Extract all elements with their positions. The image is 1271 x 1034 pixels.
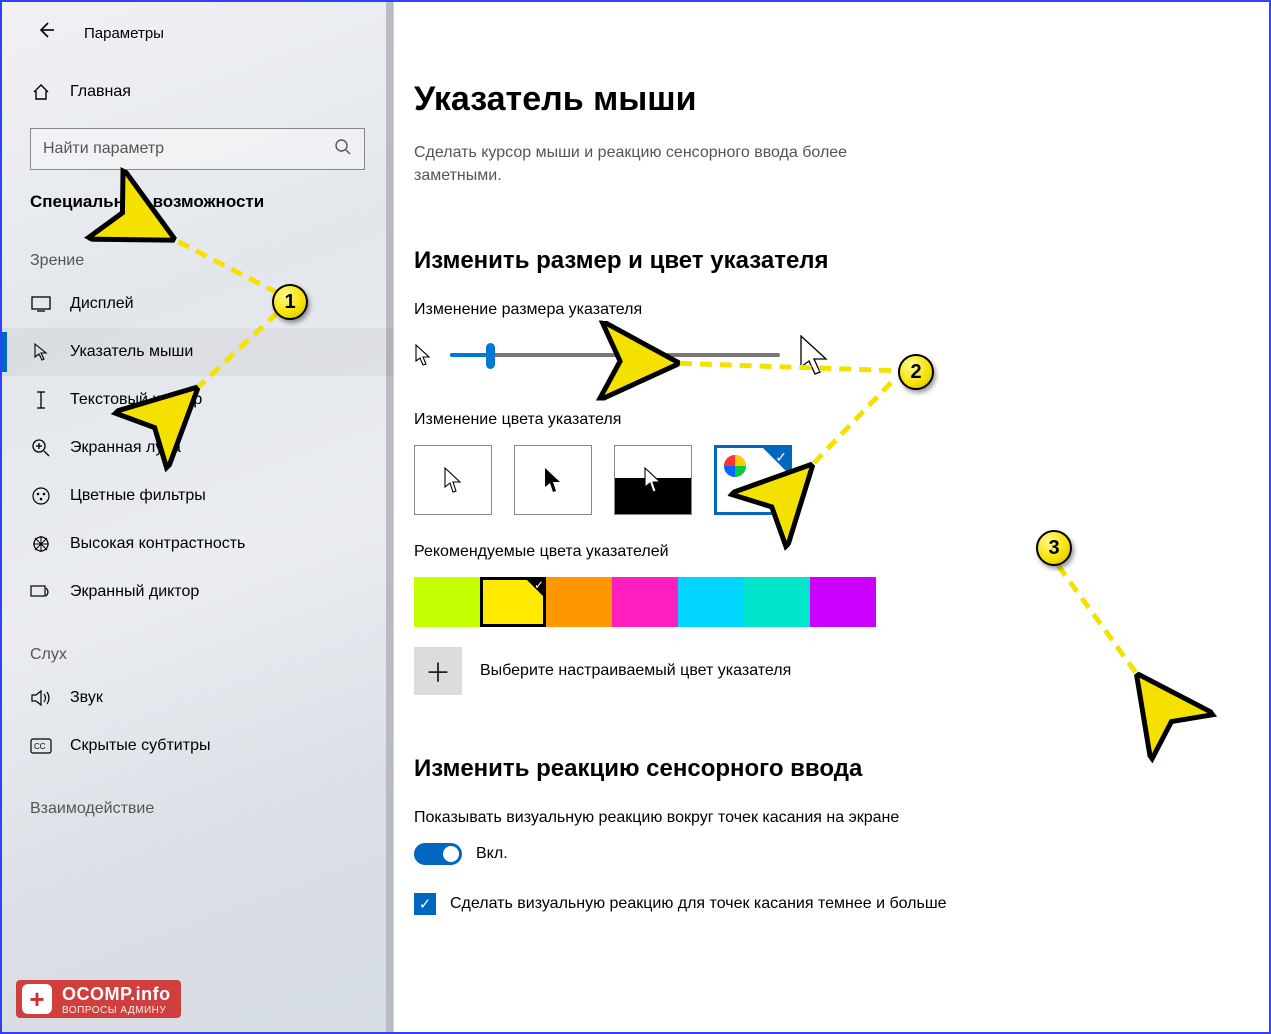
sidebar-item-label: Высокая контрастность (70, 535, 245, 553)
sidebar-item-text-cursor[interactable]: Текстовый курсор (2, 376, 393, 424)
watermark-title: OCOMP.info (62, 984, 171, 1005)
touch-visual-label: Показывать визуальную реакцию вокруг точ… (414, 809, 934, 827)
sidebar-item-home[interactable]: Главная (2, 68, 393, 116)
display-icon (30, 296, 52, 312)
touch-feedback-toggle[interactable] (414, 843, 462, 865)
watermark: + OCOMP.info ВОПРОСЫ АДМИНУ (16, 980, 181, 1018)
group-hearing: Слух (2, 616, 393, 674)
main-pane: Указатель мыши Сделать курсор мыши и реа… (394, 2, 1269, 1032)
section-touch: Изменить реакцию сенсорного ввода (414, 755, 1209, 783)
pointer-size-slider[interactable] (450, 353, 780, 357)
plus-icon: ＋ (425, 653, 451, 690)
high-contrast-icon (30, 534, 52, 554)
group-vision: Зрение (2, 222, 393, 280)
pointer-color-black[interactable] (514, 445, 592, 515)
custom-color-label: Выберите настраиваемый цвет указателя (480, 662, 791, 680)
watermark-subtitle: ВОПРОСЫ АДМИНУ (62, 1005, 171, 1016)
color-swatch[interactable] (612, 577, 678, 627)
page-title: Указатель мыши (414, 80, 1209, 119)
search-icon (334, 138, 352, 161)
color-swatch[interactable] (678, 577, 744, 627)
sidebar-item-label: Экранный диктор (70, 583, 199, 601)
color-filters-icon (30, 486, 52, 506)
text-cursor-icon (30, 390, 52, 410)
sidebar: Параметры Главная Найти параметр Специал… (2, 2, 394, 1032)
pointer-color-custom[interactable] (714, 445, 792, 515)
recommended-colors-label: Рекомендуемые цвета указателей (414, 543, 1209, 561)
color-swatch[interactable] (546, 577, 612, 627)
recommended-colors (414, 577, 1209, 627)
sidebar-item-label: Скрытые субтитры (70, 737, 210, 755)
color-swatch[interactable] (480, 577, 546, 627)
page-subtitle: Сделать курсор мыши и реакцию сенсорного… (414, 141, 934, 187)
sidebar-item-label: Указатель мыши (70, 343, 193, 361)
sidebar-item-color-filters[interactable]: Цветные фильтры (2, 472, 393, 520)
big-cursor-icon (798, 335, 830, 375)
sound-icon (30, 689, 52, 707)
narrator-icon (30, 583, 52, 601)
sidebar-item-narrator[interactable]: Экранный диктор (2, 568, 393, 616)
touch-darker-label: Сделать визуальную реакцию для точек кас… (450, 893, 947, 915)
pointer-color-label: Изменение цвета указателя (414, 411, 1209, 429)
add-custom-color-button[interactable]: ＋ (414, 647, 462, 695)
sidebar-item-label: Цветные фильтры (70, 487, 206, 505)
watermark-plus-icon: + (22, 984, 52, 1014)
section-size-color: Изменить размер и цвет указателя (414, 247, 1209, 275)
sidebar-item-display[interactable]: Дисплей (2, 280, 393, 328)
sidebar-item-label: Текстовый курсор (70, 391, 202, 409)
touch-darker-checkbox[interactable]: ✓ (414, 893, 436, 915)
sidebar-scrollbar[interactable] (386, 2, 393, 1032)
group-interaction: Взаимодействие (2, 770, 393, 848)
pointer-color-white[interactable] (414, 445, 492, 515)
captions-icon: CC (30, 738, 52, 754)
search-input[interactable]: Найти параметр (30, 128, 365, 170)
search-placeholder: Найти параметр (43, 140, 164, 158)
pointer-size-label: Изменение размера указателя (414, 301, 1209, 319)
color-swatch[interactable] (414, 577, 480, 627)
home-icon (30, 82, 52, 102)
window-title: Параметры (84, 25, 164, 42)
pointer-color-inverted[interactable] (614, 445, 692, 515)
mouse-pointer-icon (30, 342, 52, 362)
magnifier-icon (30, 438, 52, 458)
sidebar-item-captions[interactable]: CC Скрытые субтитры (2, 722, 393, 770)
checkmark-icon: ✓ (419, 895, 432, 913)
toggle-state-label: Вкл. (476, 845, 508, 863)
sidebar-item-high-contrast[interactable]: Высокая контрастность (2, 520, 393, 568)
small-cursor-icon (414, 344, 432, 366)
svg-text:CC: CC (34, 742, 46, 751)
sidebar-item-label: Звук (70, 689, 103, 707)
color-swatch[interactable] (810, 577, 876, 627)
sidebar-item-label: Экранная лупа (70, 439, 181, 457)
sidebar-item-sound[interactable]: Звук (2, 674, 393, 722)
checkmark-icon (763, 448, 789, 474)
ease-of-access-title: Специальные возможности (2, 188, 393, 222)
color-swatch[interactable] (744, 577, 810, 627)
sidebar-item-mouse-pointer[interactable]: Указатель мыши (2, 328, 393, 376)
sidebar-item-label: Дисплей (70, 295, 134, 313)
back-icon[interactable] (36, 20, 56, 46)
checkmark-icon (524, 577, 546, 599)
sidebar-item-label: Главная (70, 83, 131, 101)
sidebar-item-magnifier[interactable]: Экранная лупа (2, 424, 393, 472)
